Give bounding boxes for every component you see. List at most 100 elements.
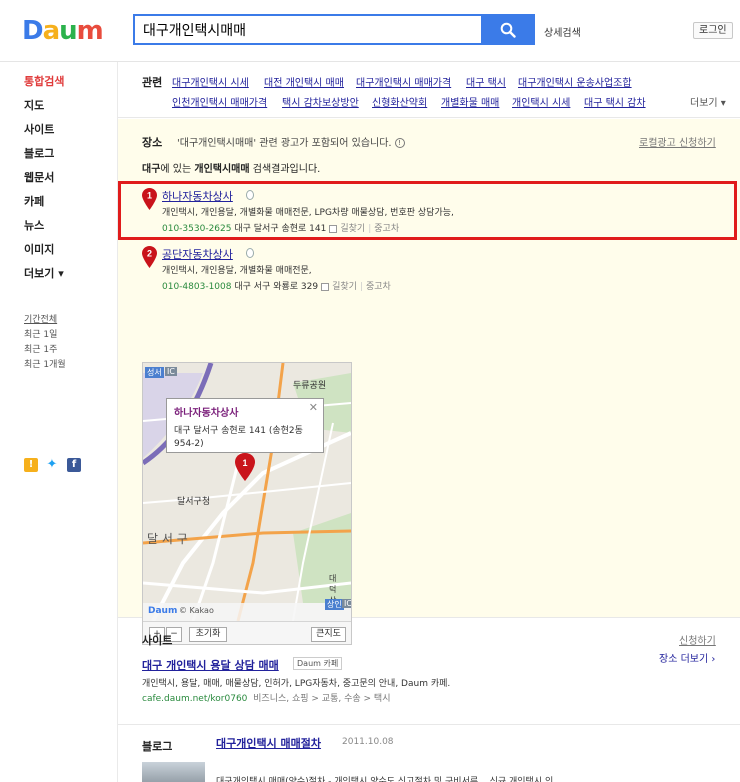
info-icon[interactable]: !	[394, 138, 405, 148]
search-box[interactable]	[133, 14, 481, 45]
map-label-duryu: 두류공원	[293, 381, 327, 391]
map-toggle-icon[interactable]	[321, 282, 330, 291]
period-1day[interactable]: 최근 1일	[24, 327, 57, 340]
directions-link[interactable]: 길찾기	[332, 282, 357, 292]
search-input[interactable]	[135, 16, 481, 43]
place-result-1: 1 하나자동차상사 개인택시, 개인용달, 개별화물 매매전문, LPG차량 매…	[142, 188, 702, 234]
related-link[interactable]: 대구개인택시 시세	[172, 74, 249, 89]
desc-end: 검색결과입니다.	[249, 164, 321, 175]
place-result-phone[interactable]: 010-4803-1008	[162, 282, 231, 292]
sidebar-item-web[interactable]: 웹문서	[24, 169, 54, 185]
pin-number: 1	[147, 191, 152, 201]
place-description: 대구에 있는 개인택시매매 검색결과입니다.	[142, 160, 320, 175]
sidebar-item-cafe[interactable]: 카페	[24, 193, 44, 209]
separator: |	[368, 224, 372, 234]
sidebar-item-blog[interactable]: 블로그	[24, 145, 54, 161]
related-link[interactable]: 인천개인택시 매매가격	[172, 94, 267, 109]
category-tag[interactable]: 중고차	[366, 282, 391, 292]
close-icon[interactable]: ✕	[309, 401, 318, 414]
map-label-district: 달 서 구	[147, 532, 188, 546]
blog-result-date: 2011.10.08	[342, 737, 394, 747]
sidebar-item-map[interactable]: 지도	[24, 97, 44, 113]
related-more-button[interactable]: 더보기 ▾	[690, 94, 726, 109]
ad-notice-text: '대구개인택시매매' 관련 광고가 포함되어 있습니다.	[177, 138, 392, 149]
related-link[interactable]: 대구개인택시 운송사업조합	[518, 74, 632, 89]
place-result-categories: 개인택시, 개인용달, 개별화물 매매전문, LPG차량 매물상담, 번호판 상…	[162, 208, 454, 218]
search-button[interactable]	[481, 14, 535, 45]
local-ad-apply-link[interactable]: 로컬광고 신청하기	[639, 134, 716, 149]
period-1week[interactable]: 최근 1주	[24, 342, 57, 355]
desc-region: 대구	[142, 164, 161, 175]
login-button[interactable]: 로그인	[693, 22, 733, 39]
site-apply-link[interactable]: 신청하기	[679, 632, 716, 647]
place-result-categories: 개인택시, 개인용달, 개별화물 매매전문,	[162, 266, 312, 276]
related-link[interactable]: 개인택시 시세	[512, 94, 570, 109]
site-badge: Daum 카페	[293, 657, 343, 670]
facebook-icon[interactable]: f	[67, 458, 81, 472]
main-content: 관련 대구개인택시 시세 대전 개인택시 매매 대구개인택시 매매가격 대구 택…	[117, 62, 740, 782]
map-daum-logo: Daum	[148, 606, 178, 616]
directions-link[interactable]: 길찾기	[340, 224, 365, 234]
site-result-description: 개인택시, 용달, 매매, 매물상담, 인허가, LPG자동차, 중고문의 안내…	[142, 679, 451, 689]
map-popup: 하나자동차상사 대구 달서구 송현로 141 (송현2동 954-2) ✕	[166, 398, 324, 453]
twitter-icon[interactable]: ✦	[45, 458, 59, 472]
period-all[interactable]: 기간전체	[24, 312, 57, 325]
sidebar-item-image[interactable]: 이미지	[24, 241, 54, 257]
blog-section-title: 블로그	[142, 740, 173, 753]
map-widget[interactable]: 1 성서 IC 두류공원 달서구청 달 서 구 대덕산 상인 IC Daum ©…	[142, 362, 352, 645]
related-link[interactable]: 대구 택시	[466, 74, 506, 89]
related-link[interactable]: 대전 개인택시 매매	[264, 74, 344, 89]
popup-place-name[interactable]: 하나자동차상사	[174, 404, 316, 419]
site-section-title: 사이트	[142, 634, 173, 647]
place-result-info: 010-3530-2625 대구 달서구 송현로 141 길찾기 | 중고차	[162, 221, 399, 234]
desc-mid: 에 있는	[160, 164, 195, 175]
site-result-url: cafe.daum.net/kor0760 비즈니스, 쇼핑 > 교통, 수송 …	[142, 691, 390, 704]
sidebar-item-integrated[interactable]: 통합검색	[24, 73, 64, 89]
map-pin-icon: 2	[142, 246, 157, 268]
search-icon	[500, 22, 516, 38]
map-label-seongseo: 성서	[145, 367, 164, 378]
place-section: 장소 '대구개인택시매매' 관련 광고가 포함되어 있습니다.! 로컬광고 신청…	[118, 119, 740, 665]
popup-address: 대구 달서구 송현로 141 (송현2동 954-2)	[174, 426, 303, 449]
site-url[interactable]: cafe.daum.net/kor0760	[142, 694, 247, 704]
blog-section: 블로그 대구개인택시 매매절차 2011.10.08 대구개인택시 매매(양수)…	[118, 726, 740, 782]
site-section: 사이트 신청하기 대구 개인택시 용달 상담 매매 Daum 카페 개인택시, …	[118, 619, 740, 725]
place-result-name[interactable]: 공단자동차상사	[162, 246, 233, 262]
place-result-address: 대구 달서구 송현로 141	[234, 224, 327, 234]
place-result-phone[interactable]: 010-3530-2625	[162, 224, 231, 234]
sidebar-item-more[interactable]: 더보기 ▾	[24, 265, 64, 281]
place-result-name[interactable]: 하나자동차상사	[162, 188, 233, 204]
place-result-2: 2 공단자동차상사 개인택시, 개인용달, 개별화물 매매전문, 010-480…	[142, 246, 702, 292]
site-result-link[interactable]: 대구 개인택시 용달 상담 매매	[142, 657, 279, 673]
map-label-sangin: 상인	[325, 599, 344, 610]
blog-thumbnail[interactable]	[142, 762, 205, 782]
related-link[interactable]: 대구개인택시 매매가격	[356, 74, 451, 89]
map-label-ic: IC	[165, 367, 177, 376]
map-toggle-icon[interactable]	[329, 224, 338, 233]
location-icon[interactable]	[246, 190, 254, 200]
related-link[interactable]: 대구 택시 감차	[584, 94, 646, 109]
sidebar-item-site[interactable]: 사이트	[24, 121, 54, 137]
map-label-office: 달서구청	[177, 497, 211, 507]
desc-query: 개인택시매매	[194, 164, 250, 175]
map-pin-icon: 1	[142, 188, 157, 210]
pin-number: 2	[147, 249, 152, 259]
related-link[interactable]: 신형화산약회	[372, 94, 427, 109]
place-section-title: 장소	[142, 136, 163, 149]
detail-search-link[interactable]: 상세검색	[544, 24, 581, 39]
kakaostory-icon[interactable]: !	[24, 458, 38, 472]
ad-notice: '대구개인택시매매' 관련 광고가 포함되어 있습니다.!	[177, 134, 405, 149]
site-category: 비즈니스, 쇼핑 > 교통, 수송 > 택시	[253, 694, 391, 704]
location-icon[interactable]	[246, 248, 254, 258]
header: Daum 상세검색 로그인	[0, 0, 740, 62]
related-link[interactable]: 개별화물 매매	[441, 94, 499, 109]
daum-logo[interactable]: Daum	[22, 16, 104, 46]
period-1month[interactable]: 최근 1개월	[24, 357, 66, 370]
place-result-info: 010-4803-1008 대구 서구 와룡로 329 길찾기 | 중고차	[162, 279, 391, 292]
category-tag[interactable]: 중고차	[374, 224, 399, 234]
related-link[interactable]: 택시 감차보상방안	[282, 94, 359, 109]
map-copyright: © Kakao	[179, 606, 214, 615]
place-result-address: 대구 서구 와룡로 329	[234, 282, 319, 292]
sidebar-item-news[interactable]: 뉴스	[24, 217, 44, 233]
blog-result-link[interactable]: 대구개인택시 매매절차	[216, 735, 321, 751]
